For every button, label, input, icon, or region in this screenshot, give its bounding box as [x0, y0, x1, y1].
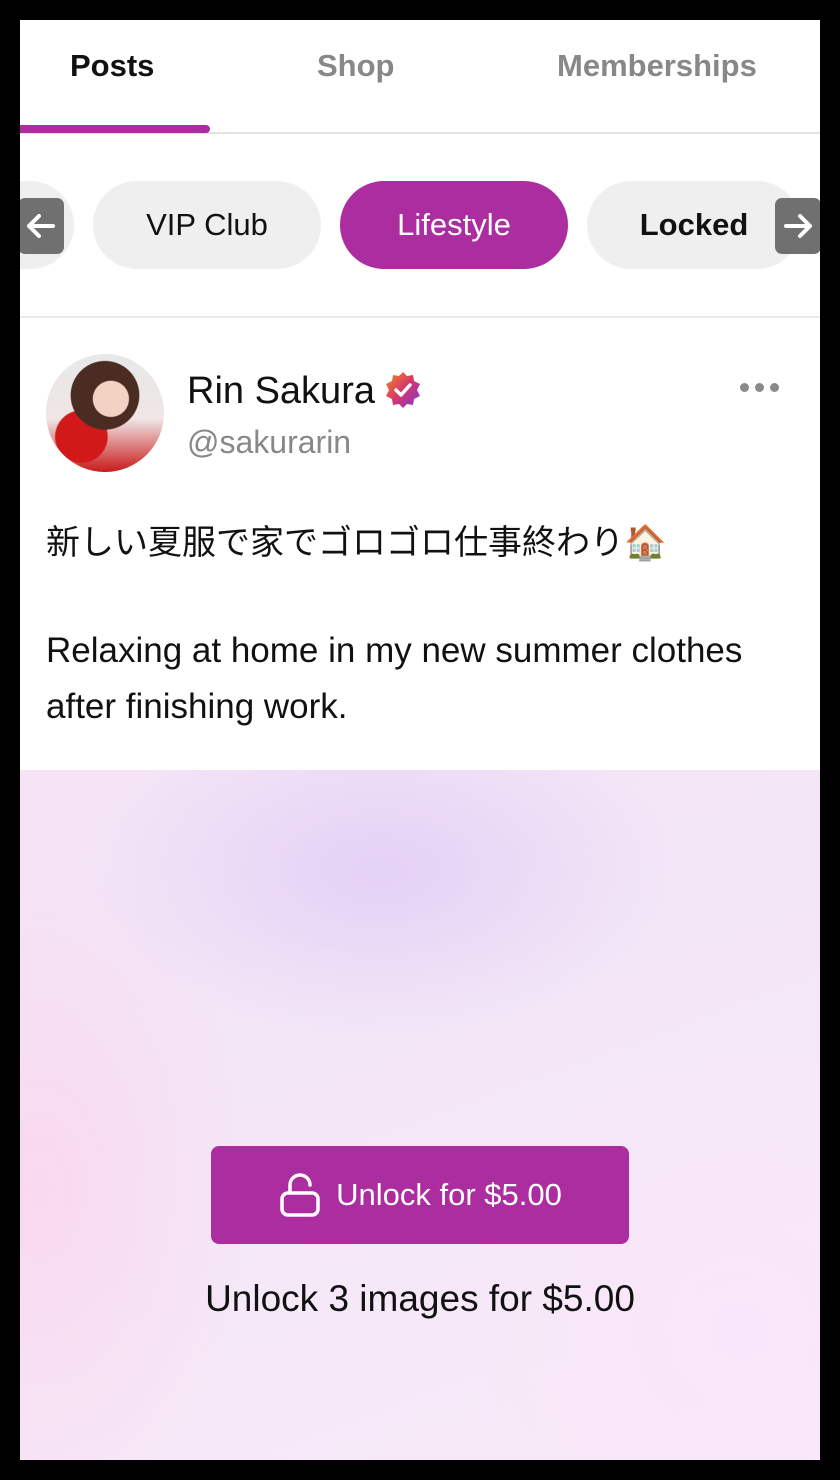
- more-options-button[interactable]: [740, 372, 790, 402]
- scroll-right-button[interactable]: [775, 198, 820, 254]
- category-chip-vip-club[interactable]: VIP Club: [93, 181, 321, 269]
- tab-memberships[interactable]: Memberships: [557, 48, 757, 84]
- unlock-button[interactable]: Unlock for $5.00: [211, 1146, 629, 1244]
- lock-open-icon: [280, 1173, 320, 1217]
- tab-posts[interactable]: Posts: [70, 48, 154, 84]
- author-handle[interactable]: @sakurarin: [187, 424, 351, 461]
- more-options-icon: [755, 382, 764, 392]
- post-text-english: Relaxing at home in my new summer clothe…: [46, 631, 743, 726]
- active-tab-indicator: [20, 125, 210, 133]
- category-chip-lifestyle[interactable]: Lifestyle: [340, 181, 568, 269]
- category-chip-locked[interactable]: Locked: [587, 181, 801, 269]
- tab-shop[interactable]: Shop: [317, 48, 395, 84]
- arrow-left-icon: [27, 214, 55, 238]
- unlock-caption: Unlock 3 images for $5.00: [205, 1278, 635, 1319]
- scroll-left-button[interactable]: [20, 198, 64, 254]
- verified-badge-icon: [386, 372, 420, 408]
- post-text-japanese: 新しい夏服で家でゴロゴロ仕事終わり🏠: [46, 523, 667, 563]
- category-filter-bar: VIP Club Lifestyle Locked: [20, 134, 820, 318]
- author-avatar[interactable]: [46, 354, 164, 472]
- more-options-icon: [740, 382, 749, 392]
- app-screen: Posts Shop Memberships VIP Club Lifestyl…: [20, 20, 820, 1460]
- author-name[interactable]: Rin Sakura: [187, 370, 375, 413]
- locked-media-preview: Unlock for $5.00 Unlock 3 images for $5.…: [20, 770, 820, 1460]
- unlock-button-label: Unlock for $5.00: [336, 1177, 562, 1212]
- profile-tabs: Posts Shop Memberships: [20, 20, 820, 134]
- arrow-right-icon: [784, 214, 812, 238]
- more-options-icon: [770, 382, 779, 392]
